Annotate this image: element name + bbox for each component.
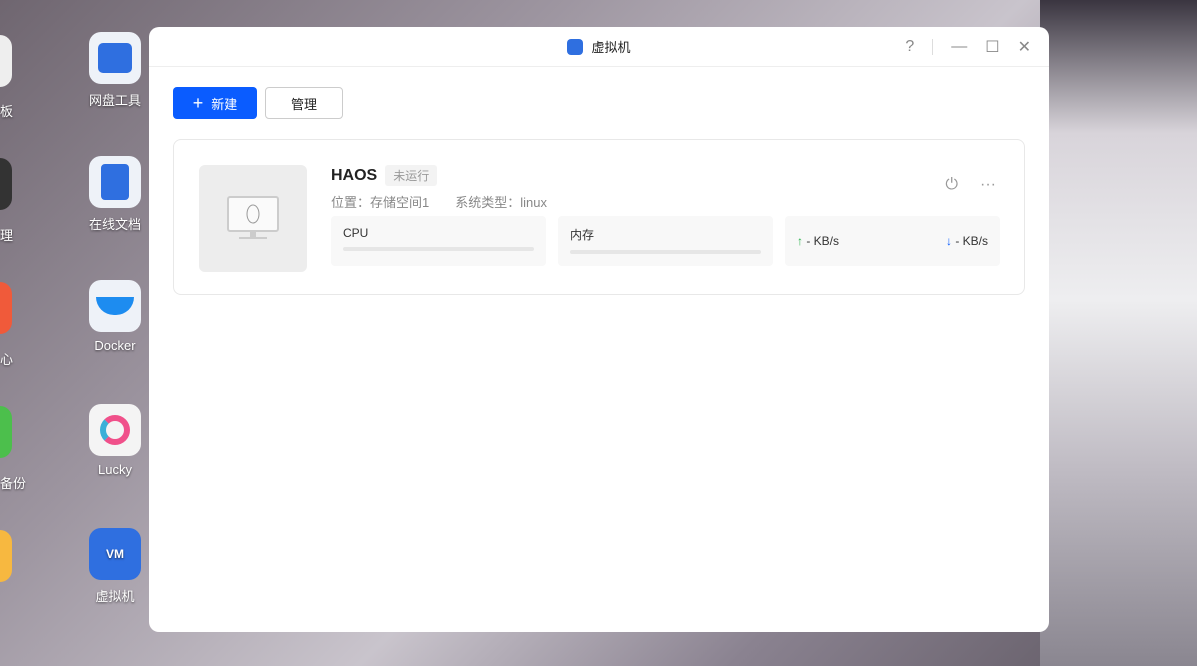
status-badge: 未运行 (385, 165, 438, 186)
vm-os-type: 系统类型：linux (455, 195, 547, 210)
icon-label: 网盘工具 (88, 93, 141, 108)
network-stat: ↑ - KB/s ↓ - KB/s (785, 216, 1000, 266)
desktop-icon-netdisk[interactable]: 网盘工具 (70, 32, 160, 109)
desktop-icon-partial[interactable] (0, 282, 12, 334)
lucky-icon (89, 404, 141, 456)
vm-app-icon (567, 38, 584, 55)
desktop-label: 板 (0, 104, 14, 119)
vm-icon: VM (89, 528, 141, 580)
memory-label: 内存 (570, 228, 595, 242)
title-bar[interactable]: 虚拟机 ? — ☐ ✕ (149, 27, 1049, 67)
upload-speed: - KB/s (806, 234, 840, 248)
desktop-icon-partial[interactable] (0, 406, 12, 458)
icon-label: 在线文档 (88, 217, 141, 232)
desktop-icon-partial[interactable] (0, 35, 12, 87)
docker-icon (89, 280, 141, 332)
vm-card[interactable]: HAOS 未运行 位置：存储空间1 系统类型：linux CPU 内存 ↑ - KB… (173, 139, 1025, 295)
desktop-icon-lucky[interactable]: Lucky (70, 404, 160, 477)
drive-icon (89, 32, 141, 84)
help-button[interactable]: ? (905, 38, 914, 56)
plus-icon: + (192, 92, 204, 113)
desktop-icon-docker[interactable]: Docker (70, 280, 160, 353)
desktop-label: 备份 (0, 476, 27, 491)
desktop-icon-partial[interactable] (0, 158, 12, 210)
vm-window: 虚拟机 ? — ☐ ✕ + 新建 管理 HAOS 未运行 位置：存储空间1 系统类型：… (149, 27, 1049, 632)
memory-stat: 内存 (558, 216, 773, 266)
cpu-label: CPU (343, 226, 369, 240)
upload-arrow-icon: ↑ (797, 234, 803, 248)
desktop-icon-partial[interactable] (0, 530, 12, 582)
desktop-label: 心 (0, 352, 14, 367)
window-title: 虚拟机 (591, 40, 631, 55)
download-speed: - KB/s (955, 234, 988, 248)
maximize-button[interactable]: ☐ (985, 37, 999, 57)
desktop-icon-vm[interactable]: VM 虚拟机 (70, 528, 160, 605)
icon-label: Lucky (98, 462, 132, 477)
document-icon (89, 156, 141, 208)
vm-location: 位置：存储空间1 (331, 195, 430, 210)
vm-thumbnail (199, 165, 307, 272)
vm-name: HAOS (331, 166, 378, 184)
power-icon[interactable]: ⏻ (945, 176, 958, 194)
desktop-icon-docs[interactable]: 在线文档 (70, 156, 160, 233)
wallpaper (1040, 0, 1197, 666)
cpu-bar (343, 247, 534, 251)
new-vm-button[interactable]: + 新建 (173, 87, 257, 119)
desktop-label: 理 (0, 228, 14, 243)
new-label: 新建 (211, 96, 238, 112)
divider (932, 39, 934, 55)
minimize-button[interactable]: — (951, 38, 967, 56)
icon-label: Docker (94, 338, 136, 353)
icon-label: 虚拟机 (95, 589, 135, 604)
memory-bar (570, 250, 761, 254)
cpu-stat: CPU (331, 216, 546, 266)
download-arrow-icon: ↓ (945, 234, 952, 248)
close-button[interactable]: ✕ (1018, 37, 1031, 57)
more-icon[interactable]: ··· (980, 176, 996, 194)
linux-monitor-icon (227, 195, 279, 239)
manage-button[interactable]: 管理 (265, 87, 343, 119)
